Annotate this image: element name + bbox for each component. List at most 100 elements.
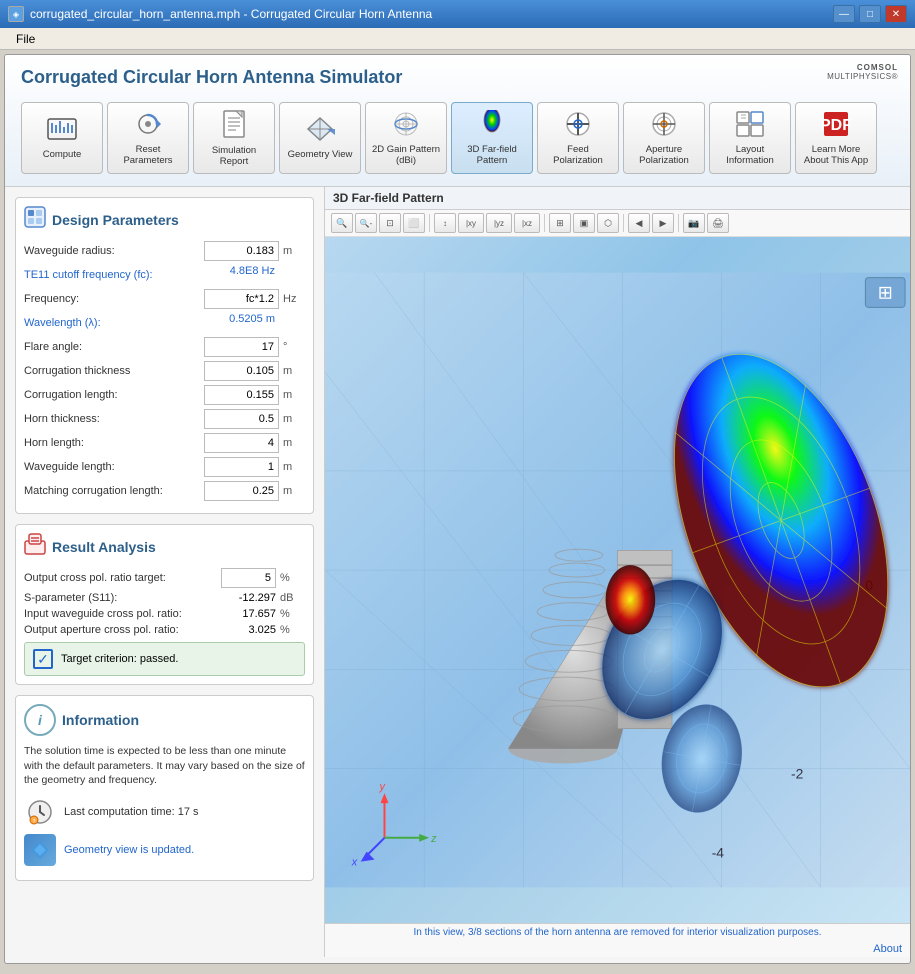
learn-more-button[interactable]: PDF Learn More About This App bbox=[795, 102, 877, 174]
rotate-button[interactable]: ↕ bbox=[434, 213, 456, 233]
grid-svg: 0 -2 -4 bbox=[325, 237, 910, 923]
design-params-icon bbox=[24, 206, 46, 233]
param-unit-horn-length: m bbox=[283, 437, 305, 449]
result-value-input-cross-pol: 17.657 bbox=[215, 608, 280, 620]
reset-parameters-button[interactable]: Reset Parameters bbox=[107, 102, 189, 174]
xz-view-button[interactable]: |xz bbox=[514, 213, 540, 233]
minimize-button[interactable]: — bbox=[833, 5, 855, 23]
result-unit-input-cross-pol: % bbox=[280, 608, 305, 620]
xy-view-button[interactable]: |xy bbox=[458, 213, 484, 233]
file-menu[interactable]: File bbox=[8, 30, 43, 48]
aperture-polarization-label: Aperture Polarization bbox=[628, 144, 700, 167]
param-input-flare-angle[interactable] bbox=[204, 337, 279, 357]
mesh-button[interactable]: ⬡ bbox=[597, 213, 619, 233]
param-input-corrugation-thickness[interactable] bbox=[204, 361, 279, 381]
2d-gain-pattern-button[interactable]: 2D Gain Pattern (dBi) bbox=[365, 102, 447, 174]
param-input-frequency[interactable] bbox=[204, 289, 279, 309]
param-row-waveguide-radius: Waveguide radius: m bbox=[24, 241, 305, 261]
compute-label: Compute bbox=[43, 149, 82, 160]
param-row-flare-angle: Flare angle: ° bbox=[24, 337, 305, 357]
zoom-box-button[interactable]: ⬜ bbox=[403, 213, 425, 233]
app-icon: ◈ bbox=[8, 6, 24, 22]
information-section: i Information The solution time is expec… bbox=[15, 695, 314, 881]
param-label-horn-thickness: Horn thickness: bbox=[24, 413, 204, 425]
toolbar-separator-4 bbox=[678, 214, 679, 232]
reset-icon bbox=[132, 110, 164, 142]
result-label-cross-pol: Output cross pol. ratio target: bbox=[24, 572, 215, 584]
reset-parameters-label: Reset Parameters bbox=[112, 144, 184, 167]
param-row-corrugation-length: Corrugation length: m bbox=[24, 385, 305, 405]
param-input-waveguide-radius[interactable] bbox=[204, 241, 279, 261]
geometry-view-link[interactable]: Geometry view is updated. bbox=[64, 844, 194, 856]
param-label-corrugation-thickness: Corrugation thickness bbox=[24, 365, 204, 377]
feed-polarization-button[interactable]: Feed Polarization bbox=[537, 102, 619, 174]
param-value-wavelength: 0.5205 m bbox=[204, 313, 279, 333]
param-input-matching-corrugation[interactable] bbox=[204, 481, 279, 501]
3d-farfield-button[interactable]: 3D Far-field Pattern bbox=[451, 102, 533, 174]
design-parameters-section: Design Parameters Waveguide radius: m TE… bbox=[15, 197, 314, 514]
param-row-horn-thickness: Horn thickness: m bbox=[24, 409, 305, 429]
information-title: Information bbox=[62, 712, 139, 728]
feed-polarization-icon bbox=[563, 110, 593, 142]
param-row-waveguide-length: Waveguide length: m bbox=[24, 457, 305, 477]
param-label-corrugation-length: Corrugation length: bbox=[24, 389, 204, 401]
next-frame-button[interactable]: ▶ bbox=[652, 213, 674, 233]
layout-information-icon bbox=[735, 110, 765, 142]
param-row-wavelength: Wavelength (λ): 0.5205 m bbox=[24, 313, 305, 333]
right-panel: 3D Far-field Pattern 🔍 🔍- ⊡ ⬜ ↕ |xy |yz … bbox=[325, 187, 910, 957]
param-label-wavelength[interactable]: Wavelength (λ): bbox=[24, 317, 204, 329]
print-button[interactable]: 🖨 bbox=[707, 213, 729, 233]
window-title: corrugated_circular_horn_antenna.mph - C… bbox=[30, 7, 432, 21]
param-input-corrugation-length[interactable] bbox=[204, 385, 279, 405]
title-bar: ◈ corrugated_circular_horn_antenna.mph -… bbox=[0, 0, 915, 28]
result-value-s11: -12.297 bbox=[215, 592, 280, 604]
param-unit-frequency: Hz bbox=[283, 293, 305, 305]
result-analysis-title: Result Analysis bbox=[52, 539, 156, 555]
zoom-in-button[interactable]: 🔍 bbox=[331, 213, 353, 233]
param-unit-flare-angle: ° bbox=[283, 341, 305, 353]
prev-frame-button[interactable]: ◀ bbox=[628, 213, 650, 233]
grid-button[interactable]: ⊞ bbox=[549, 213, 571, 233]
camera-button[interactable]: 📷 bbox=[683, 213, 705, 233]
param-input-waveguide-length[interactable] bbox=[204, 457, 279, 477]
about-link[interactable]: About bbox=[873, 943, 902, 955]
param-input-horn-length[interactable] bbox=[204, 433, 279, 453]
compute-button[interactable]: Compute bbox=[21, 102, 103, 174]
zoom-fit-button[interactable]: ⊡ bbox=[379, 213, 401, 233]
simulation-report-button[interactable]: Simulation Report bbox=[193, 102, 275, 174]
learn-more-icon: PDF bbox=[822, 110, 850, 142]
design-parameters-title: Design Parameters bbox=[52, 212, 179, 228]
svg-text:x: x bbox=[351, 857, 358, 869]
3d-farfield-icon bbox=[477, 110, 507, 142]
result-input-cross-pol[interactable] bbox=[221, 568, 276, 588]
close-button[interactable]: ✕ bbox=[885, 5, 907, 23]
param-row-corrugation-thickness: Corrugation thickness m bbox=[24, 361, 305, 381]
geometry-updated-row: Geometry view is updated. bbox=[24, 834, 305, 866]
geometry-view-icon bbox=[305, 115, 335, 147]
target-criterion-text: Target criterion: passed. bbox=[61, 653, 178, 665]
geometry-view-label: Geometry View bbox=[288, 149, 353, 160]
svg-text:z: z bbox=[430, 833, 437, 845]
menu-bar: File bbox=[0, 28, 915, 50]
app-header: Corrugated Circular Horn Antenna Simulat… bbox=[5, 55, 910, 187]
param-label-te11[interactable]: TE11 cutoff frequency (fc): bbox=[24, 269, 204, 281]
result-label-s11: S-parameter (S11): bbox=[24, 592, 215, 604]
design-parameters-header: Design Parameters bbox=[24, 206, 305, 233]
maximize-button[interactable]: □ bbox=[859, 5, 881, 23]
zoom-out-button[interactable]: 🔍- bbox=[355, 213, 377, 233]
param-input-horn-thickness[interactable] bbox=[204, 409, 279, 429]
yz-view-button[interactable]: |yz bbox=[486, 213, 512, 233]
aperture-polarization-button[interactable]: Aperture Polarization bbox=[623, 102, 705, 174]
param-label-matching-corrugation: Matching corrugation length: bbox=[24, 485, 204, 497]
param-unit-waveguide-length: m bbox=[283, 461, 305, 473]
result-row-s11: S-parameter (S11): -12.297 dB bbox=[24, 592, 305, 604]
layout-information-button[interactable]: Layout Information bbox=[709, 102, 791, 174]
2d-gain-icon bbox=[391, 110, 421, 142]
param-unit-matching-corrugation: m bbox=[283, 485, 305, 497]
surface-button[interactable]: ▣ bbox=[573, 213, 595, 233]
param-label-horn-length: Horn length: bbox=[24, 437, 204, 449]
geometry-view-button[interactable]: Geometry View bbox=[279, 102, 361, 174]
clock-icon: ? bbox=[24, 796, 56, 828]
info-icon: i bbox=[24, 704, 56, 736]
param-label-flare-angle: Flare angle: bbox=[24, 341, 204, 353]
